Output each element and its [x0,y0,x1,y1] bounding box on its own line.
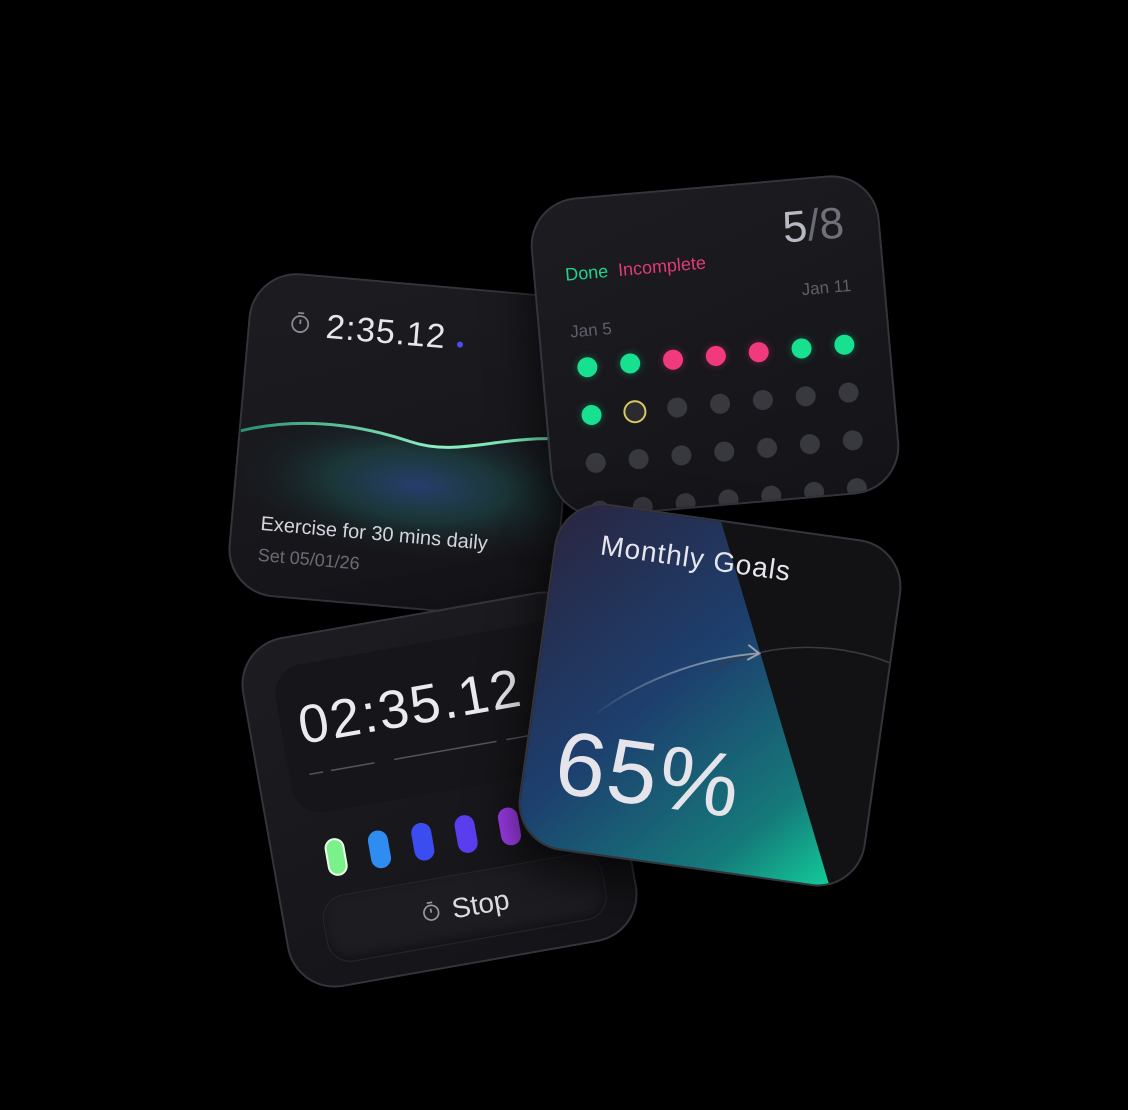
day-dot-incomplete [662,348,684,371]
stopwatch-icon [287,310,313,341]
day-dot-future [674,492,697,514]
legend-done: Done [564,261,609,285]
end-date: Jan 11 [800,275,853,300]
day-dot-future [760,484,783,507]
monthly-goals-card[interactable]: Monthly Goals 65% [512,497,908,893]
day-dot-future [803,481,825,503]
day-dot-incomplete [705,345,727,367]
day-dot-future [756,437,778,459]
legend: Done Incomplete [564,253,706,286]
day-dot-done [580,404,603,426]
day-dot-future [584,452,607,474]
timer-row: 2:35.12 [286,305,465,359]
day-dot-future [666,396,689,419]
day-dot-future [837,381,860,404]
stop-label: Stop [449,883,512,925]
lap-indicator [452,813,480,855]
day-dot-future [713,440,736,463]
lap-indicator [322,836,350,878]
day-dot-done [576,356,599,379]
day-dot-future [841,429,864,452]
day-dot-done [833,333,856,356]
start-date: Jan 5 [569,318,613,342]
exercise-timer-card[interactable]: 2:35.12 Exercise for 30 mins daily Set 0 [224,269,582,622]
day-dot-future [752,389,774,411]
day-dot-done [619,352,642,375]
day-dot-future [670,444,693,467]
day-dot-today [621,398,647,424]
streak-card[interactable]: Done Incomplete 5/8 Jan 5 Jan 11 [526,171,904,521]
day-dot-future [627,448,650,470]
elapsed-time: 2:35.12 [324,307,448,357]
total-count: 8 [817,198,846,250]
day-dot-future [709,392,731,415]
lap-indicators [322,805,523,878]
stopwatch-icon [418,898,444,928]
day-dot-future [794,385,817,408]
completion-count: 5/8 [781,198,846,253]
day-grid [576,333,868,521]
legend-incomplete: Incomplete [617,252,707,281]
widget-collage: 2:35.12 Exercise for 30 mins daily Set 0 [0,0,1128,1110]
day-dot-future [846,477,868,500]
day-dot-done [790,337,813,360]
day-dot-future [717,488,740,511]
day-dot-incomplete [747,341,770,364]
lap-indicator [366,828,393,870]
recording-indicator [457,340,464,348]
lap-indicator [409,821,436,863]
day-dot-future [799,433,821,455]
